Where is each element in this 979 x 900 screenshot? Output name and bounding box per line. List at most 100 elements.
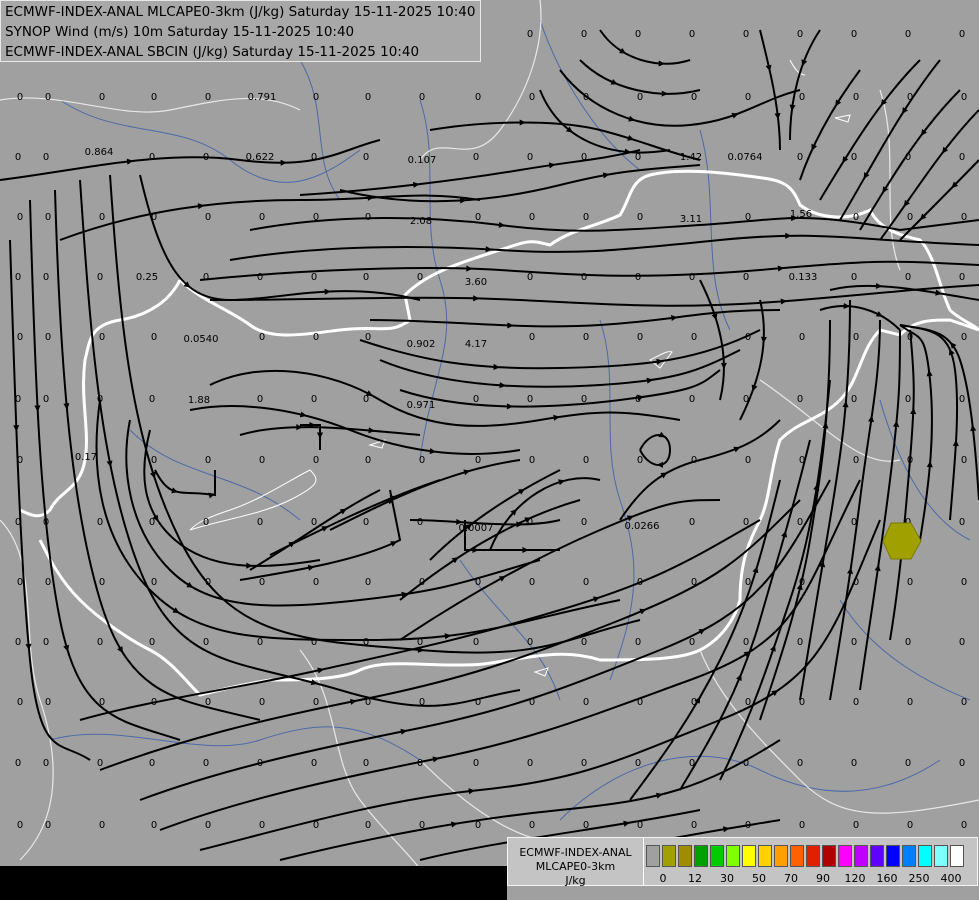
cape-value-label: 0 <box>853 332 859 343</box>
cape-value-label: 0.107 <box>408 155 437 166</box>
cape-value-label: 0 <box>691 332 697 343</box>
cape-value-label: 0 <box>473 758 479 769</box>
cape-value-label: 0 <box>205 820 211 831</box>
cape-value-label: 0 <box>365 92 371 103</box>
cape-value-label: 0 <box>851 517 857 528</box>
cape-value-label: 0 <box>581 29 587 40</box>
cape-value-label: 0 <box>45 212 51 223</box>
cape-value-label: 0 <box>529 455 535 466</box>
legend-swatch <box>646 845 660 867</box>
cape-value-label: 0 <box>527 517 533 528</box>
cape-value-label: 0 <box>15 152 21 163</box>
cape-value-label: 0 <box>583 697 589 708</box>
cape-value-label: 0 <box>529 212 535 223</box>
cape-value-label: 0 <box>529 820 535 831</box>
cape-value-label: 0 <box>689 637 695 648</box>
legend-tick-label: 70 <box>784 872 798 885</box>
cape-value-label: 0 <box>959 152 965 163</box>
cape-value-label: 0 <box>203 272 209 283</box>
legend-swatch <box>950 845 964 867</box>
cape-value-label: 0 <box>311 152 317 163</box>
cape-value-label: 0 <box>851 394 857 405</box>
cape-value-label: 0 <box>363 272 369 283</box>
cape-value-label: 0 <box>689 517 695 528</box>
cape-value-label: 0 <box>635 758 641 769</box>
cape-value-label: 0.25 <box>136 272 158 283</box>
cape-value-label: 0 <box>151 332 157 343</box>
cape-value-label: 0 <box>311 394 317 405</box>
cape-value-label: 0.864 <box>85 147 114 158</box>
cape-value-label: 0 <box>17 455 23 466</box>
cape-value-label: 0.0007 <box>459 523 494 534</box>
cape-value-label: 0 <box>365 332 371 343</box>
cape-value-label: 0 <box>99 577 105 588</box>
cape-value-label: 0 <box>797 517 803 528</box>
cape-value-label: 0 <box>527 637 533 648</box>
legend-unit: J/kg <box>565 874 586 887</box>
cape-value-label: 0 <box>529 92 535 103</box>
cape-value-label: 0 <box>259 820 265 831</box>
legend-parameter: MLCAPE0-3km <box>535 860 616 873</box>
legend-tick-label: 90 <box>816 872 830 885</box>
legend-swatch <box>870 845 884 867</box>
bottom-strip <box>0 866 507 900</box>
cape-value-label: 0 <box>203 758 209 769</box>
cape-wind-map: 0.791 0.864 0.622 0.107 1.42 0.0764 2.08 3.11 1.… <box>0 0 979 900</box>
cape-value-label: 0 <box>17 820 23 831</box>
cape-value-label: 0 <box>689 394 695 405</box>
cape-value-label: 0 <box>99 697 105 708</box>
cape-value-label: 0 <box>99 332 105 343</box>
cape-value-label: 0 <box>529 577 535 588</box>
cape-value-label: 0 <box>363 152 369 163</box>
cape-value-label: 0 <box>635 394 641 405</box>
cape-value-label: 0 <box>907 820 913 831</box>
cape-value-label: 1.56 <box>790 209 812 220</box>
cape-value-label: 0 <box>17 577 23 588</box>
cape-value-label: 0.0266 <box>625 521 660 532</box>
cape-value-label: 0 <box>635 152 641 163</box>
cape-value-label: 0 <box>797 758 803 769</box>
cape-value-label: 0 <box>797 29 803 40</box>
cape-value-label: 0 <box>17 212 23 223</box>
cape-value-label: 0 <box>851 152 857 163</box>
cape-value-label: 0 <box>745 92 751 103</box>
cape-value-label: 0 <box>581 637 587 648</box>
legend-swatch <box>822 845 836 867</box>
cape-value-label: 0 <box>15 394 21 405</box>
cape-value-label: 0 <box>743 272 749 283</box>
cape-value-label: 0 <box>17 92 23 103</box>
cape-value-label: 0 <box>743 637 749 648</box>
cape-value-label: 0 <box>635 637 641 648</box>
cape-value-label: 0 <box>743 394 749 405</box>
legend-swatch <box>678 845 692 867</box>
cape-value-label: 0 <box>635 29 641 40</box>
cape-value-label: 2.08 <box>410 216 432 227</box>
cape-value-label: 0 <box>745 697 751 708</box>
cape-value-label: 0.902 <box>407 339 436 350</box>
cape-value-label: 0 <box>961 820 967 831</box>
cape-value-label: 0 <box>745 455 751 466</box>
cape-value-label: 0 <box>151 92 157 103</box>
cape-value-label: 0 <box>691 92 697 103</box>
legend-swatch <box>838 845 852 867</box>
cape-value-label: 0 <box>907 212 913 223</box>
cape-value-label: 0 <box>417 272 423 283</box>
cape-value-label: 0 <box>637 332 643 343</box>
cape-value-label: 0 <box>583 212 589 223</box>
cape-value-label: 0.17 <box>75 452 97 463</box>
cape-value-label: 0 <box>43 637 49 648</box>
cape-value-label: 0 <box>311 517 317 528</box>
cape-value-label: 0 <box>43 758 49 769</box>
cape-value-label: 0 <box>15 517 21 528</box>
cape-value-label: 0 <box>45 697 51 708</box>
cape-value-label: 0 <box>17 332 23 343</box>
cape-value-label: 0 <box>203 637 209 648</box>
legend-tick-label: 0 <box>659 872 667 885</box>
cape-value-label: 0 <box>853 455 859 466</box>
cape-value-label: 0 <box>45 577 51 588</box>
cape-value-label: 0 <box>363 517 369 528</box>
cape-value-label: 0 <box>583 455 589 466</box>
cape-value-label: 0 <box>745 820 751 831</box>
cape-value-label: 0 <box>205 697 211 708</box>
legend-swatch <box>790 845 804 867</box>
